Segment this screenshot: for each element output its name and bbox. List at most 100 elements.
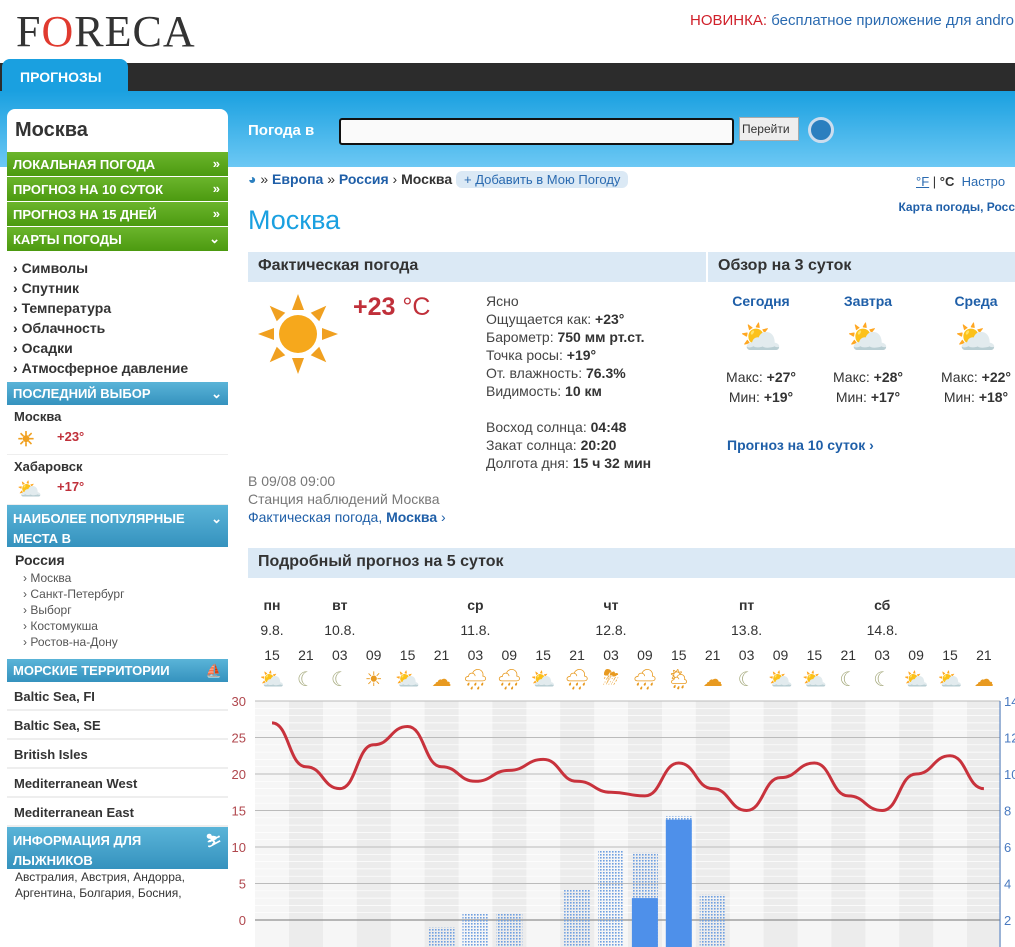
precip-probable-bar [462,912,489,947]
map-link[interactable]: › Температура [7,298,228,318]
foreca-logo[interactable]: FORECA [16,6,196,57]
map-link[interactable]: › Атмосферное давление [7,358,228,378]
station-name: Станция наблюдений Москва [248,491,440,507]
promo-new-label: НОВИНКА: [690,12,768,29]
sidebar-item[interactable]: ПРОГНОЗ НА 15 ДНЕЙ» [7,202,228,226]
sidebar-item[interactable]: ПРОГНОЗ НА 10 СУТОК» [7,177,228,201]
sea-link[interactable]: British Isles [7,740,228,769]
ski-header[interactable]: ИНФОРМАЦИЯ ДЛЯ ЛЫЖНИКОВ ⛷ [7,827,228,869]
sea-title: МОРСКИЕ ТЕРРИТОРИИ [13,663,170,678]
forecast-day-name: чт [603,597,619,613]
weather-map-link[interactable]: Карта погоды, Росс [898,200,1015,214]
forecast-day-name: вт [332,597,348,613]
page-title: Москва [248,205,341,235]
popular-title: НАИБОЛЕЕ ПОПУЛЯРНЫЕ МЕСТА В [13,511,185,546]
current-temp: +23 [353,293,396,321]
left-tick-label: 25 [232,731,246,746]
recent-item[interactable]: Москва ☀ +23° [7,405,228,455]
popular-header[interactable]: НАИБОЛЕЕ ПОПУЛЯРНЫЕ МЕСТА В ⌄ [7,505,228,547]
observed-time: В 09/08 09:00 [248,473,336,489]
sea-link[interactable]: Mediterranean West [7,769,228,798]
detail-row: Ощущается как: +23° [486,311,625,327]
popular-place-link[interactable]: › Санкт-Петербург [15,586,220,602]
current-weather-header: Фактическая погода [248,252,706,282]
overview-day[interactable]: Среда ⛅ Макс: +22° Мин: +18° [926,293,1015,407]
settings-link[interactable]: Настро [962,174,1006,189]
popular-place-link[interactable]: › Выборг [15,602,220,618]
chevron-down-icon[interactable]: ⌄ [211,386,222,402]
globe-icon[interactable] [808,117,834,143]
promo-link[interactable]: НОВИНКА: бесплатное приложение для andro [690,12,1014,29]
promo-text: бесплатное приложение для andro [767,12,1015,29]
sidebar-item[interactable]: ЛОКАЛЬНАЯ ПОГОДА» [7,152,228,176]
overview-day[interactable]: Сегодня ⛅ Макс: +27° Мин: +19° [711,293,811,407]
breadcrumb-current: Москва [401,171,453,187]
current-weather-link[interactable]: Фактическая погода, Москва › [248,509,446,525]
precip-probable-bar [428,927,455,947]
overview-day[interactable]: Завтра ⛅ Макс: +28° Мин: +17° [818,293,918,407]
map-link[interactable]: › Осадки [7,338,228,358]
ski-title: ИНФОРМАЦИЯ ДЛЯ ЛЫЖНИКОВ [13,833,142,868]
sidebar-item[interactable]: КАРТЫ ПОГОДЫ ⌄ [7,227,228,251]
forecast-chart: 30 25 20 15 10 5 0 14 12 10 8 6 4 2 [232,694,1015,947]
right-tick-label: 10 [1004,767,1015,782]
ski-countries[interactable]: Аргентина, Болгария, Босния, [7,885,228,901]
forecast-date: 13.8. [731,622,763,638]
forecast-date: 9.8. [260,622,284,638]
right-tick-label: 6 [1004,840,1011,855]
precip-probable-bar [699,894,726,947]
popular-place-link[interactable]: › Костомукша [15,618,220,634]
forecast-day-name: сб [874,597,891,613]
detail-row: Точка росы: +19° [486,347,597,363]
forecast-date: 12.8. [595,622,627,638]
popular-place-link[interactable]: › Ростов-на-Дону [15,634,220,650]
double-chevron-right-icon: » [212,156,220,171]
add-to-my-weather-button[interactable]: + Добавить в Мою Погоду [456,171,629,188]
recent-header[interactable]: ПОСЛЕДНИЙ ВЫБОР ⌄ [7,382,228,405]
sun-icon: ☀ [17,429,35,451]
right-tick-label: 8 [1004,804,1011,819]
sun-icon [258,294,338,374]
unit-c[interactable]: °C [940,174,955,189]
breadcrumb-europe[interactable]: Европа [272,171,323,187]
chevron-down-icon[interactable]: ⌄ [211,509,222,529]
sun-cloud-icon: ⛅ [846,319,890,357]
forecast-date: 14.8. [866,622,898,638]
nav-bar [0,63,1015,91]
map-link[interactable]: › Облачность [7,318,228,338]
right-tick-label: 4 [1004,877,1011,892]
breadcrumb-russia[interactable]: Россия [339,171,389,187]
sun-cloud-rain-icon: ⛅ [954,319,998,357]
sea-link[interactable]: Baltic Sea, SE [7,711,228,740]
tab-forecasts[interactable]: ПРОГНОЗЫ [2,59,128,91]
double-chevron-right-icon: » [212,206,220,221]
sun-row: Закат солнца: 20:20 [486,437,617,453]
precip-probable-bar [564,888,591,947]
popular-place-link[interactable]: › Москва [15,570,220,586]
sun-cloud-icon: ⛅ [739,319,783,357]
sea-link[interactable]: Baltic Sea, FI [7,682,228,711]
recent-item[interactable]: Хабаровск ⛅ +17° [7,455,228,505]
search-input[interactable] [339,118,734,145]
recent-title: ПОСЛЕДНИЙ ВЫБОР [13,386,151,401]
left-tick-label: 30 [232,694,246,709]
left-tick-label: 10 [232,840,246,855]
precip-probable-bar [598,850,624,947]
forecast-day-name: пн [263,597,281,613]
map-link[interactable]: › Спутник [7,278,228,298]
popular-country: Россия [15,552,65,568]
map-link[interactable]: › Символы [7,258,228,278]
go-button[interactable]: Перейти [739,117,799,141]
overview-header: Обзор на 3 суток [708,252,1015,282]
precip-probable-bar [496,912,523,947]
ski-countries[interactable]: Австралия, Австрия, Андорра, [7,869,228,885]
sea-header[interactable]: МОРСКИЕ ТЕРРИТОРИИ ⛵ [7,659,228,682]
10-day-forecast-link[interactable]: Прогноз на 10 суток › [727,437,874,453]
sea-link[interactable]: Mediterranean East [7,798,228,827]
unit-f-link[interactable]: °F [916,174,929,189]
right-tick-label: 12 [1004,731,1015,746]
temp-unit: °C [395,293,431,321]
forecast-date: 10.8. [324,622,356,638]
sidebar: Москва ЛОКАЛЬНАЯ ПОГОДА» ПРОГНОЗ НА 10 СУ… [7,109,228,901]
condition: Ясно [486,293,519,309]
